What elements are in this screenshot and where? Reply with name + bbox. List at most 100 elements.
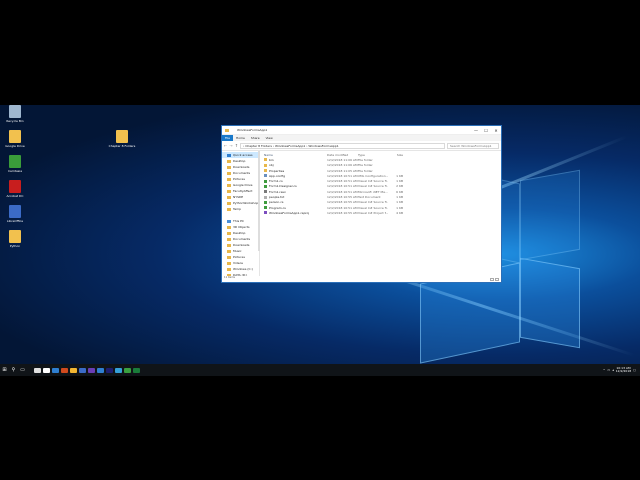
tab-share[interactable]: Share [248,136,263,140]
nav-item-label: Desktop [233,231,246,235]
up-arrow-icon[interactable]: ↑ [235,143,238,148]
file-date: 12/2/2018 10:51 AM [327,173,358,178]
taskbar-app-icon[interactable] [34,367,41,373]
app-icon [9,130,21,143]
nav-folder-icon [227,183,231,187]
nav-folder-icon [227,237,231,241]
file-name-text: bin [269,157,274,162]
column-date[interactable]: Date modified [327,153,358,157]
file-name-text: people.txt [269,195,285,200]
file-list: Name Date modified Type Size bin 12/2/201… [260,151,501,276]
column-size[interactable]: Size [388,153,403,157]
taskbar-app-icon[interactable] [124,367,131,373]
file-explorer-window[interactable]: WindowsFormsApp1 — ☐ ✕ File Home Share V… [221,125,502,283]
file-name-text: Form1.resx [269,189,286,194]
back-arrow-icon[interactable]: ← [224,143,227,148]
nav-folder-icon [227,201,231,205]
minimize-button[interactable]: — [471,128,481,133]
desktop-icon-label: LibreOffice [6,219,24,223]
file-name-text: WindowsFormsApp1.csproj [269,210,310,215]
file-type: File folder [358,168,373,173]
taskbar-app-icon[interactable] [52,367,59,373]
tiles-view-icon[interactable] [495,278,499,281]
taskbar-app-icon[interactable] [43,367,50,373]
search-input[interactable]: Search WindowsFormsApp1 [447,142,499,149]
nav-item-label: Pictures [233,177,245,181]
file-icon [264,184,267,188]
nav-folder-icon [227,159,231,163]
file-name-text: obj [269,163,274,168]
nav-folder-icon [227,249,231,253]
file-name-text: App.config [269,173,285,178]
volume-icon[interactable]: ◂ [612,368,614,372]
details-view-icon[interactable] [490,278,494,281]
file-date: 12/2/2018 10:51 AM [327,184,358,189]
address-bar[interactable]: › Chapter 8 Folders › WindowsFormsApp1 ›… [240,142,445,149]
taskbar-app-icon[interactable] [97,367,104,373]
desktop-icon[interactable]: Recycle Bin [1,105,29,123]
desktop-icon[interactable]: Google Drive [1,130,29,148]
desktop-icon[interactable]: Acrobat DC [1,180,29,198]
desktop-icon[interactable]: Python [1,230,29,248]
nav-folder-icon [227,231,231,235]
desktop-icon[interactable]: LibreOffice [1,205,29,223]
file-date: 12/2/2018 10:55 AM [327,210,358,215]
file-icon [264,169,267,173]
nav-folder-icon [227,171,231,175]
file-type: Visual C# Source fi... [358,200,388,205]
nav-item-label: PythonWorkshop [233,201,259,205]
nav-item-label: 3D Objects [233,225,250,229]
file-date: 12/2/2018 10:55 AM [327,195,358,200]
search-icon[interactable]: ⚲ [9,366,18,375]
windows-start-icon[interactable]: ⊞ [0,366,9,375]
file-size: 4 KB [396,210,403,215]
notification-icon[interactable]: ▢ [633,368,636,372]
desktop-folder-icon[interactable]: Chapter 8 Folders [108,130,136,148]
nav-item-label: NYSDE [233,195,244,199]
tab-home[interactable]: Home [233,136,248,140]
chevron-up-icon[interactable]: ^ [603,368,606,372]
column-name[interactable]: Name [264,153,327,157]
taskbar: ⊞ ⚲ ▭ ^ ▭ ◂ 10:13 AM 12/2/2018 ▢ [0,364,640,376]
desktop-icon[interactable]: Camtasia [1,155,29,173]
task-view-icon[interactable]: ▭ [18,366,27,375]
app-icon [9,155,21,168]
file-name: Form1.resx [264,190,327,194]
maximize-button[interactable]: ☐ [481,128,491,133]
nav-scrollbar[interactable] [258,151,260,251]
file-date: 12/2/2018 11:06 AM [327,157,358,162]
clock-date: 12/2/2018 [615,369,632,373]
taskbar-app-icon[interactable] [61,367,68,373]
taskbar-app-icon[interactable] [106,367,113,373]
tab-view[interactable]: View [263,136,276,140]
column-type[interactable]: Type [358,153,388,157]
taskbar-app-icon[interactable] [70,367,77,373]
title-bar[interactable]: WindowsFormsApp1 — ☐ ✕ [222,126,501,135]
file-date: 12/2/2018 10:51 AM [327,205,358,210]
app-icon [9,105,21,118]
file-name: bin [264,158,327,162]
clock[interactable]: 10:13 AM 12/2/2018 [615,366,632,374]
tab-file[interactable]: File [222,135,234,141]
file-icon [264,174,267,178]
taskbar-app-icon[interactable] [79,367,86,373]
file-type: Text Document [358,195,381,200]
file-name: App.config [264,174,327,178]
nav-folder-icon [227,177,231,181]
file-name: Form1.cs [264,179,327,183]
nav-item-label: Videos [233,261,243,265]
close-button[interactable]: ✕ [491,128,501,133]
nav-item-label: Windows (C:) [233,267,253,271]
nav-folder-icon [227,261,231,265]
file-type: Visual C# Source fi... [358,205,388,210]
taskbar-app-icon[interactable] [88,367,95,373]
file-name: WindowsFormsApp1.csproj [264,211,327,215]
nav-folder-icon [227,165,231,169]
forward-arrow-icon[interactable]: → [229,143,232,148]
taskbar-app-icon[interactable] [115,367,122,373]
taskbar-app-icon[interactable] [133,367,140,373]
network-icon[interactable]: ▭ [607,368,610,372]
file-icon [264,163,267,167]
file-row[interactable]: WindowsFormsApp1.csproj 12/2/2018 10:55 A… [264,210,501,215]
file-name: Form1.Designer.cs [264,184,327,188]
